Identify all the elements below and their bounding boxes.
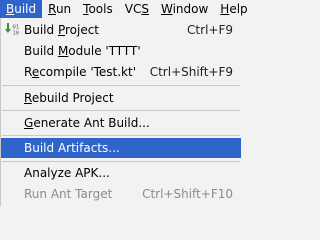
menu-separator <box>2 110 240 111</box>
menu-item-build-artifacts[interactable]: Build Artifacts... <box>1 138 241 158</box>
menu-item-label: Generate Ant Build... <box>24 116 150 130</box>
menu-item-generate-ant-build[interactable]: Generate Ant Build... <box>1 113 241 133</box>
menu-item-analyze-apk[interactable]: Analyze APK... <box>1 163 241 183</box>
svg-text:10: 10 <box>13 31 20 37</box>
build-project-icon: 01 10 <box>5 23 20 37</box>
menu-item-build-module[interactable]: Build Module 'TTTT' <box>1 41 241 61</box>
menu-build[interactable]: Build <box>0 0 43 18</box>
menu-help[interactable]: Help <box>214 0 253 18</box>
shortcut-label: Ctrl+F9 <box>187 23 233 37</box>
menu-item-label: Build Module 'TTTT' <box>24 44 141 58</box>
menu-tools[interactable]: Tools <box>77 0 119 18</box>
shortcut-label: Ctrl+Shift+F9 <box>149 65 233 79</box>
menu-window[interactable]: Window <box>155 0 214 18</box>
menu-item-label: Rebuild Project <box>24 91 114 105</box>
menu-run[interactable]: Run <box>42 0 77 18</box>
menu-vcs[interactable]: VCS <box>119 0 155 18</box>
menu-separator <box>2 85 240 86</box>
menu-separator <box>2 161 240 162</box>
menu-item-label: Build Artifacts... <box>24 141 120 155</box>
menu-item-label: Run Ant Target <box>24 187 113 201</box>
menu-item-recompile[interactable]: Recompile 'Test.kt' Ctrl+Shift+F9 <box>1 62 241 82</box>
build-menu-dropdown: 01 10 Build Project Ctrl+F9 Build Module… <box>0 18 241 206</box>
menu-item-build-project[interactable]: 01 10 Build Project Ctrl+F9 <box>1 20 241 40</box>
menu-item-label: Recompile 'Test.kt' <box>24 65 137 79</box>
ide-window: Build Run Tools VCS Window Help 01 10 Bu… <box>0 0 248 206</box>
menu-bar: Build Run Tools VCS Window Help <box>0 0 248 18</box>
menu-item-rebuild-project[interactable]: Rebuild Project <box>1 88 241 108</box>
shortcut-label: Ctrl+Shift+F10 <box>142 187 233 201</box>
menu-item-label: Analyze APK... <box>24 166 110 180</box>
menu-separator <box>2 135 240 136</box>
menu-item-run-ant-target: Run Ant Target Ctrl+Shift+F10 <box>1 184 241 204</box>
menu-item-label: Build Project <box>24 23 99 37</box>
